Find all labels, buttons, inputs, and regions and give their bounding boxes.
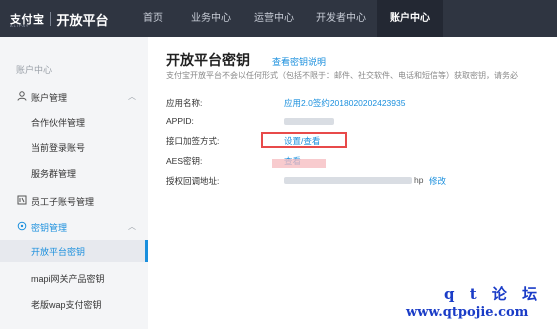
callback-url-label: 授权回调地址:: [166, 176, 220, 186]
logo-divider: [49, 12, 51, 26]
sidebar-item-label: 老版wap支付密钥: [31, 300, 102, 310]
staff-icon: [16, 195, 27, 206]
key-icon: [16, 221, 27, 232]
watermark-url: www.qtpojie.com: [406, 305, 529, 320]
sidebar-item-open-platform-key[interactable]: 开放平台密钥: [0, 240, 148, 262]
sidebar-item-label: 开放平台密钥: [31, 247, 86, 257]
app-name-value[interactable]: 应用2.0签约2018020202423935: [284, 97, 405, 109]
redaction-smear: [272, 159, 326, 168]
security-notice: 支付宝开放平台不会以任何形式（包括不限于：邮件、社交软件、电话和短信等）获取密钥…: [166, 71, 518, 80]
callback-url-value: hp: [414, 175, 424, 185]
top-navbar: 支付宝 ALIPAY 开放平台 首页 业务中心 运营中心 开发者中心 账户中心: [0, 0, 557, 37]
sidebar-group-keys[interactable]: 密钥管理 ︿: [0, 218, 148, 236]
appid-value-redacted: [284, 118, 334, 125]
user-icon: [16, 91, 27, 102]
sidebar-item-partner[interactable]: 合作伙伴管理: [0, 111, 148, 133]
nav-account-center[interactable]: 账户中心: [377, 0, 443, 37]
chevron-up-icon: ︿: [128, 92, 136, 101]
page-title: 开放平台密钥: [166, 52, 250, 68]
sidebar-group-label: 员工子账号管理: [31, 197, 95, 207]
sidebar-item-label: mapi网关产品密钥: [31, 274, 105, 284]
nav-operations-center[interactable]: 运营中心: [243, 0, 305, 37]
app-name-label: 应用名称:: [166, 98, 203, 108]
platform-name: 开放平台: [56, 12, 109, 28]
aes-key-label: AES密钥:: [166, 156, 203, 166]
nav-developer-center[interactable]: 开发者中心: [305, 0, 377, 37]
sidebar: 账户中心 账户管理 ︿ 合作伙伴管理 当前登录账号 服务群管理 员工子账号管理 …: [0, 37, 148, 329]
sidebar-section-title: 账户中心: [16, 65, 53, 75]
callback-url-redacted: [284, 177, 412, 184]
nav-home[interactable]: 首页: [127, 0, 179, 37]
nav-business-center[interactable]: 业务中心: [179, 0, 243, 37]
sidebar-item-login-account[interactable]: 当前登录账号: [0, 136, 148, 158]
alipay-logo[interactable]: 支付宝 ALIPAY 开放平台: [10, 9, 109, 29]
callback-edit-link[interactable]: 修改: [429, 175, 446, 187]
key-docs-link[interactable]: 查看密钥说明: [272, 55, 326, 68]
sidebar-item-service-group[interactable]: 服务群管理: [0, 162, 148, 184]
sign-method-label: 接口加签方式:: [166, 136, 220, 146]
chevron-up-icon: ︿: [128, 222, 136, 231]
sidebar-item-label: 服务群管理: [31, 169, 77, 179]
sidebar-group-staff[interactable]: 员工子账号管理: [0, 192, 148, 210]
sidebar-group-label: 密钥管理: [31, 223, 68, 233]
appid-label: APPID:: [166, 116, 194, 126]
sidebar-group-account[interactable]: 账户管理 ︿: [0, 88, 148, 106]
sidebar-item-label: 合作伙伴管理: [31, 118, 86, 128]
watermark-forum-name: q t 论 坛: [444, 285, 543, 303]
sidebar-item-wap-key[interactable]: 老版wap支付密钥: [0, 293, 148, 315]
sidebar-group-label: 账户管理: [31, 93, 68, 103]
highlight-box: [261, 132, 347, 148]
main-nav: 首页 业务中心 运营中心 开发者中心 账户中心: [127, 0, 443, 37]
logo-subtext: ALIPAY: [10, 23, 30, 28]
sidebar-item-mapi-key[interactable]: mapi网关产品密钥: [0, 267, 148, 289]
sidebar-item-label: 当前登录账号: [31, 143, 86, 153]
